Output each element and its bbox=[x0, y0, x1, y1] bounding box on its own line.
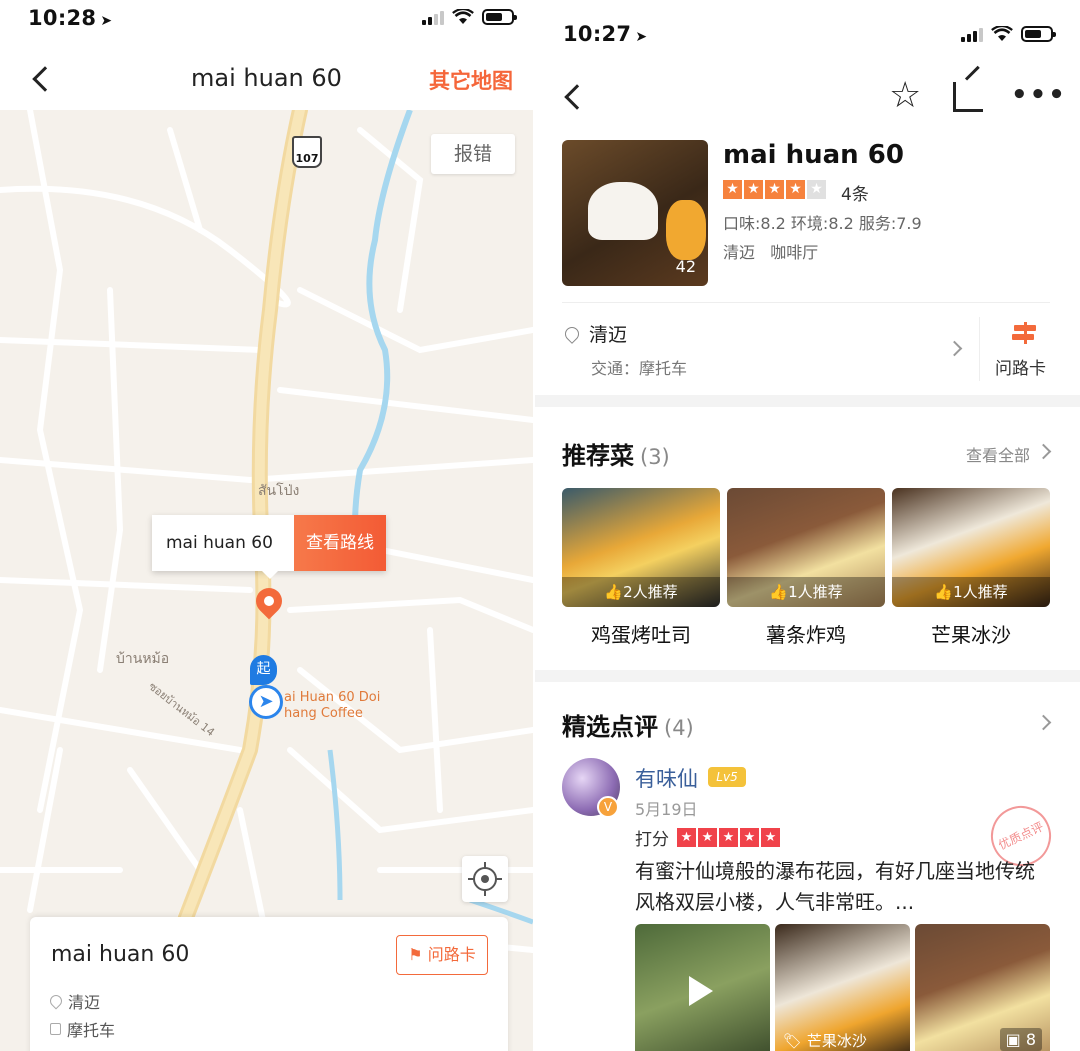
dish-card[interactable]: 👍2人推荐 鸡蛋烤吐司 bbox=[562, 488, 720, 648]
shop-tags: 清迈 咖啡厅 bbox=[723, 243, 819, 262]
popup-place-name: mai huan 60 bbox=[152, 515, 294, 571]
view-route-button[interactable]: 查看路线 bbox=[294, 515, 386, 571]
address-row[interactable]: 清迈 bbox=[562, 320, 627, 347]
location-icon bbox=[562, 323, 582, 344]
star-icon: ★ bbox=[744, 180, 763, 199]
ask-way-card-button[interactable]: ⚑ 问路卡 bbox=[396, 935, 488, 975]
star-icon: ★ bbox=[761, 828, 780, 847]
place-transport: 摩托车 bbox=[50, 1017, 115, 1041]
map-roads bbox=[0, 110, 533, 1051]
recommended-dishes-title: 推荐菜 (3) bbox=[562, 442, 670, 470]
star-icon: ★ bbox=[723, 180, 742, 199]
featured-reviews-title: 精选点评 (4) bbox=[562, 713, 694, 741]
shop-photo[interactable]: 42 bbox=[562, 140, 708, 286]
review-photo[interactable]: 🏷 芒果冰沙 bbox=[775, 924, 910, 1051]
review-date: 5月19日 bbox=[635, 800, 698, 819]
shop-scores: 口味:8.2 环境:8.2 服务:7.9 bbox=[723, 214, 922, 233]
favorite-star-icon[interactable]: ☆ bbox=[889, 78, 921, 114]
signal-icon bbox=[961, 28, 983, 42]
photo-count: 42 bbox=[675, 257, 696, 276]
divider bbox=[979, 317, 980, 381]
level-badge: Lv5 bbox=[708, 767, 746, 787]
dish-recommend-count: 👍1人推荐 bbox=[892, 577, 1050, 607]
place-label: สันโป่ง bbox=[258, 483, 300, 499]
photo-tag: 🏷 芒果冰沙 bbox=[783, 1032, 867, 1050]
more-icon[interactable]: ••• bbox=[1011, 80, 1067, 110]
map-screen: 10:28 ➤ mai huan 60 其它地图 报错 107 สันโป่ง … bbox=[0, 0, 533, 1051]
chevron-right-icon[interactable] bbox=[1035, 443, 1052, 460]
place-card[interactable]: mai huan 60 ⚑ 问路卡 清迈 摩托车 bbox=[30, 917, 508, 1051]
signpost-icon: ⚑ bbox=[408, 945, 423, 964]
share-icon[interactable] bbox=[953, 82, 983, 112]
status-time: 10:28 ➤ bbox=[28, 6, 113, 30]
battery-icon bbox=[1021, 26, 1056, 42]
wifi-icon bbox=[991, 26, 1013, 41]
wifi-icon bbox=[452, 9, 474, 24]
review-video[interactable] bbox=[635, 924, 770, 1051]
report-error-button[interactable]: 报错 bbox=[431, 134, 515, 174]
star-icon: ★ bbox=[786, 180, 805, 199]
review-rating: 打分 ★ ★ ★ ★ ★ bbox=[635, 825, 780, 850]
signpost-icon[interactable] bbox=[1012, 322, 1036, 344]
other-maps-button[interactable]: 其它地图 bbox=[429, 65, 513, 95]
battery-icon bbox=[482, 9, 517, 25]
dish-card[interactable]: 👍1人推荐 薯条炸鸡 bbox=[727, 488, 885, 648]
dish-name: 薯条炸鸡 bbox=[766, 623, 846, 647]
place-popup[interactable]: mai huan 60 查看路线 bbox=[152, 515, 386, 579]
locate-me-button[interactable] bbox=[462, 856, 508, 902]
play-icon[interactable] bbox=[689, 976, 713, 1006]
review-photo[interactable]: ▣ 8 bbox=[915, 924, 1050, 1051]
photo-count: ▣ 8 bbox=[999, 1028, 1042, 1051]
traffic-info: 交通：摩托车 bbox=[591, 359, 688, 378]
star-icon: ★ bbox=[740, 828, 759, 847]
shop-detail-screen: 10:27 ➤ ☆ ••• 42 mai huan 60 ★ ★ ★ ★ ★ 4条… bbox=[535, 0, 1080, 1051]
route-shield: 107 bbox=[292, 136, 322, 168]
map-nav-bar: mai huan 60 其它地图 bbox=[0, 50, 533, 108]
star-icon: ★ bbox=[765, 180, 784, 199]
dish-name: 鸡蛋烤吐司 bbox=[591, 623, 691, 647]
place-label: บ้านหม้อ bbox=[116, 651, 170, 667]
star-icon: ★ bbox=[719, 828, 738, 847]
star-rating: ★ ★ ★ ★ ★ bbox=[723, 180, 826, 199]
dish-card[interactable]: 👍1人推荐 芒果冰沙 bbox=[892, 488, 1050, 648]
status-time: 10:27 ➤ bbox=[563, 22, 648, 46]
status-icons bbox=[422, 9, 517, 25]
dish-recommend-count: 👍1人推荐 bbox=[727, 577, 885, 607]
chevron-right-icon[interactable] bbox=[1035, 714, 1052, 731]
review-text[interactable]: 有蜜汁仙境般的瀑布花园，有好几座当地传统风格双层小楼，人气非常旺。... bbox=[635, 856, 1050, 918]
star-icon: ★ bbox=[677, 828, 696, 847]
place-name: mai huan 60 bbox=[51, 942, 190, 967]
place-location: 清迈 bbox=[47, 989, 100, 1013]
star-empty-icon: ★ bbox=[807, 180, 826, 199]
status-bar: 10:28 ➤ bbox=[0, 0, 533, 40]
poi-label[interactable]: ai Huan 60 Doi hang Coffee bbox=[284, 690, 380, 722]
bus-icon bbox=[50, 1023, 61, 1035]
verified-badge-icon: V bbox=[597, 796, 619, 818]
reviewer-name[interactable]: 有味仙 bbox=[635, 763, 698, 793]
chevron-right-icon[interactable] bbox=[946, 340, 963, 357]
back-icon[interactable] bbox=[564, 84, 590, 110]
status-bar: 10:27 ➤ bbox=[535, 0, 1080, 46]
signal-icon bbox=[422, 11, 444, 25]
review-count[interactable]: 4条 bbox=[841, 180, 869, 205]
start-marker: 起 bbox=[250, 655, 277, 685]
star-icon: ★ bbox=[698, 828, 717, 847]
section-gap bbox=[535, 670, 1080, 682]
status-icons bbox=[961, 26, 1056, 42]
shop-name: mai huan 60 bbox=[723, 140, 904, 170]
map-view[interactable]: 报错 107 สันโป่ง บ้านหม้อ ซอยบ้านหม้อ 14 a… bbox=[0, 110, 533, 1051]
current-location-arrow-icon: ➤ bbox=[249, 685, 283, 719]
ask-way-card-button[interactable]: 问路卡 bbox=[995, 354, 1046, 379]
dish-recommend-count: 👍2人推荐 bbox=[562, 577, 720, 607]
divider bbox=[562, 302, 1050, 303]
see-all-link[interactable]: 查看全部 bbox=[966, 442, 1030, 466]
dish-name: 芒果冰沙 bbox=[931, 623, 1011, 647]
section-gap bbox=[535, 395, 1080, 407]
location-icon bbox=[47, 992, 65, 1010]
detail-nav-bar: ☆ ••• bbox=[535, 70, 1080, 126]
